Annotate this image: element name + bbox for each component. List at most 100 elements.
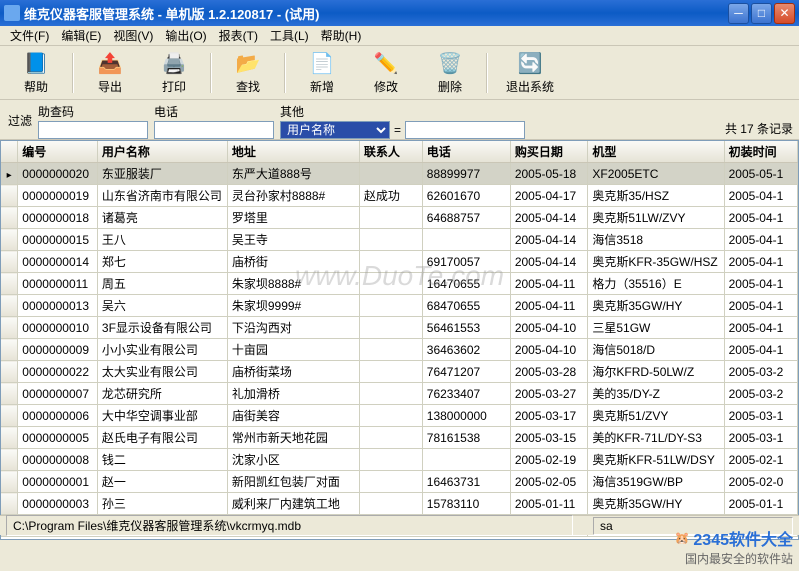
other-value-input[interactable] <box>405 121 525 139</box>
cell[interactable]: 2005-03-15 <box>510 427 588 449</box>
menu-tools[interactable]: 工具(L) <box>264 25 315 46</box>
cell[interactable]: 0000000018 <box>18 207 98 229</box>
cell[interactable]: 2005-02-19 <box>510 449 588 471</box>
cell[interactable]: 2005-04-14 <box>510 251 588 273</box>
cell[interactable]: 吴六 <box>97 295 227 317</box>
find-button[interactable]: 📂 查找 <box>218 49 278 97</box>
cell[interactable]: 奥克斯35GW/HY <box>588 295 724 317</box>
maximize-button[interactable]: □ <box>751 3 772 24</box>
cell[interactable]: 138000000 <box>422 405 510 427</box>
cell[interactable]: 2005-01-11 <box>510 493 588 515</box>
cell[interactable] <box>359 295 422 317</box>
table-row[interactable]: 0000000001赵一新阳凯红包装厂对面164637312005-02-05海… <box>1 471 798 493</box>
table-row[interactable]: 0000000007龙芯研究所礼加滑桥762334072005-03-27美的3… <box>1 383 798 405</box>
cell[interactable]: 常州市新天地花园 <box>227 427 359 449</box>
cell[interactable] <box>359 383 422 405</box>
add-button[interactable]: 📄 新增 <box>292 49 352 97</box>
cell[interactable]: 东亚服装厂 <box>97 163 227 185</box>
cell[interactable] <box>359 427 422 449</box>
cell[interactable]: 2005-04-14 <box>510 207 588 229</box>
cell[interactable] <box>422 449 510 471</box>
cell[interactable]: 0000000010 <box>18 317 98 339</box>
cell[interactable]: 16470655 <box>422 273 510 295</box>
cell[interactable]: 2005-04-1 <box>724 229 797 251</box>
cell[interactable]: 赵成功 <box>359 185 422 207</box>
table-row[interactable]: 00000000103F显示设备有限公司下沿沟西对564615532005-04… <box>1 317 798 339</box>
cell[interactable]: 2005-04-1 <box>724 185 797 207</box>
cell[interactable]: 2005-02-1 <box>724 449 797 471</box>
cell[interactable]: 2005-03-2 <box>724 383 797 405</box>
cell[interactable] <box>359 405 422 427</box>
cell[interactable]: 2005-04-1 <box>724 295 797 317</box>
cell[interactable]: 美的35/DY-Z <box>588 383 724 405</box>
cell[interactable]: 赵氏电子有限公司 <box>97 427 227 449</box>
cell[interactable]: 64688757 <box>422 207 510 229</box>
cell[interactable]: 0000000019 <box>18 185 98 207</box>
cell[interactable]: 钱二 <box>97 449 227 471</box>
table-row[interactable]: 0000000013吴六朱家坝9999#684706552005-04-11奥克… <box>1 295 798 317</box>
cell[interactable]: 2005-01-1 <box>724 493 797 515</box>
cell[interactable]: 2005-04-1 <box>724 207 797 229</box>
cell[interactable]: 奥克斯35/HSZ <box>588 185 724 207</box>
column-header[interactable]: 电话 <box>422 141 510 163</box>
cell[interactable] <box>359 251 422 273</box>
cell[interactable]: 2005-04-1 <box>724 273 797 295</box>
cell[interactable]: 太大实业有限公司 <box>97 361 227 383</box>
data-grid[interactable]: 编号用户名称地址联系人电话购买日期机型初装时间 0000000020东亚服装厂东… <box>0 140 799 540</box>
column-header[interactable]: 购买日期 <box>510 141 588 163</box>
menu-output[interactable]: 输出(O) <box>159 25 212 46</box>
cell[interactable]: 2005-04-14 <box>510 229 588 251</box>
table-row[interactable]: 0000000015王八吴王寺2005-04-14海信35182005-04-1 <box>1 229 798 251</box>
cell[interactable]: 罗塔里 <box>227 207 359 229</box>
cell[interactable]: 奥克斯51LW/ZVY <box>588 207 724 229</box>
cell[interactable]: 海信5018/D <box>588 339 724 361</box>
menu-file[interactable]: 文件(F) <box>4 25 55 46</box>
cell[interactable]: 0000000014 <box>18 251 98 273</box>
cell[interactable]: 56461553 <box>422 317 510 339</box>
phone-input[interactable] <box>154 121 274 139</box>
cell[interactable]: 庙桥街菜场 <box>227 361 359 383</box>
cell[interactable] <box>359 449 422 471</box>
menu-view[interactable]: 视图(V) <box>107 25 159 46</box>
cell[interactable]: 16463731 <box>422 471 510 493</box>
cell[interactable] <box>359 361 422 383</box>
column-header[interactable]: 用户名称 <box>97 141 227 163</box>
delete-button[interactable]: 🗑️ 删除 <box>420 49 480 97</box>
cell[interactable] <box>359 229 422 251</box>
cell[interactable]: 0000000001 <box>18 471 98 493</box>
close-button[interactable]: ✕ <box>774 3 795 24</box>
table-row[interactable]: 0000000003孙三威利来厂内建筑工地 157831102005-01-11奥… <box>1 493 798 515</box>
cell[interactable]: 周五 <box>97 273 227 295</box>
cell[interactable] <box>359 339 422 361</box>
cell[interactable]: 三星51GW <box>588 317 724 339</box>
cell[interactable]: 0000000005 <box>18 427 98 449</box>
menu-report[interactable]: 报表(T) <box>213 25 264 46</box>
table-row[interactable]: 0000000006大中华空调事业部庙街美容1380000002005-03-1… <box>1 405 798 427</box>
cell[interactable] <box>359 207 422 229</box>
table-row[interactable]: 0000000022太大实业有限公司庙桥街菜场764712072005-03-2… <box>1 361 798 383</box>
cell[interactable]: 庙街美容 <box>227 405 359 427</box>
cell[interactable] <box>359 493 422 515</box>
column-header[interactable]: 编号 <box>18 141 98 163</box>
cell[interactable]: 2005-05-18 <box>510 163 588 185</box>
cell[interactable]: 0000000003 <box>18 493 98 515</box>
cell[interactable]: 15783110 <box>422 493 510 515</box>
cell[interactable]: 2005-02-05 <box>510 471 588 493</box>
cell[interactable]: 奥克斯35GW/HY <box>588 493 724 515</box>
menu-edit[interactable]: 编辑(E) <box>55 25 107 46</box>
cell[interactable]: 2005-04-17 <box>510 185 588 207</box>
cell[interactable]: 0000000008 <box>18 449 98 471</box>
cell[interactable]: 2005-02-0 <box>724 471 797 493</box>
cell[interactable]: 海尔KFRD-50LW/Z <box>588 361 724 383</box>
table-row[interactable]: 0000000020东亚服装厂东严大道888号888999772005-05-1… <box>1 163 798 185</box>
cell[interactable]: 灵台孙家村8888# <box>227 185 359 207</box>
cell[interactable]: 奥克斯KFR-51LW/DSY <box>588 449 724 471</box>
table-row[interactable]: 0000000019山东省济南市有限公司灵台孙家村8888#赵成功6260167… <box>1 185 798 207</box>
cell[interactable]: 孙三 <box>97 493 227 515</box>
cell[interactable]: 0000000011 <box>18 273 98 295</box>
cell[interactable]: 郑七 <box>97 251 227 273</box>
cell[interactable]: 朱家坝8888# <box>227 273 359 295</box>
cell[interactable]: 美的KFR-71L/DY-S3 <box>588 427 724 449</box>
other-field-select[interactable]: 用户名称 <box>280 121 390 139</box>
cell[interactable]: 威利来厂内建筑工地 <box>227 493 359 515</box>
